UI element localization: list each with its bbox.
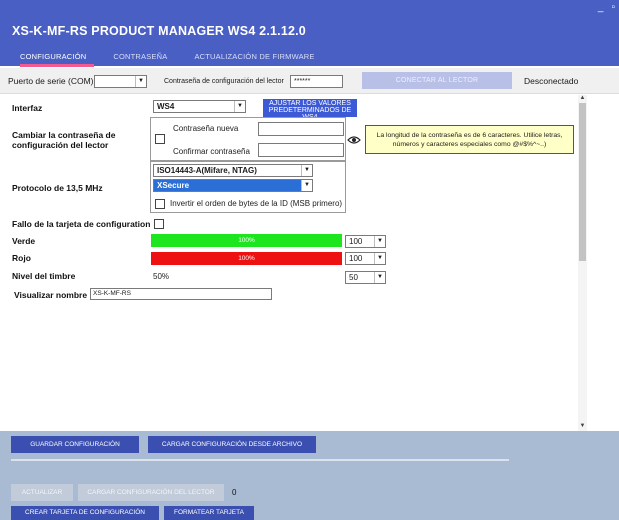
scrollbar-thumb[interactable] [579, 103, 586, 261]
green-track: 100% [151, 234, 342, 247]
chevron-down-icon: ▼ [234, 101, 245, 112]
footer-panel: GUARDAR CONFIGURACIÓN CARGAR CONFIGURACI… [0, 431, 619, 520]
create-config-card-button[interactable]: CREAR TARJETA DE CONFIGURACIÓN [11, 506, 159, 520]
chevron-down-icon: ▼ [374, 236, 385, 247]
buzzer-label: Nivel del timbre [12, 271, 76, 281]
chevron-down-icon: ▼ [374, 272, 385, 283]
maximize-icon[interactable]: ▫ [611, 2, 615, 13]
interface-select[interactable]: WS4 ▼ [153, 100, 246, 113]
red-track: 100% [151, 252, 342, 265]
active-tab-indicator [20, 64, 94, 67]
buzzer-value-select[interactable]: 50 ▼ [345, 271, 386, 284]
green-level-bar[interactable]: 100% [151, 234, 342, 247]
config-card-fail-checkbox[interactable] [154, 219, 164, 229]
new-password-label: Contraseña nueva [173, 124, 239, 133]
config-card-fail-label: Fallo de la tarjeta de configuration [12, 219, 151, 229]
tab-firmware-update[interactable]: ACTUALIZACIÓN DE FIRMWARE [194, 48, 314, 66]
set-defaults-button[interactable]: AJUSTAR LOS VALORES PREDETERMINADOS DE W… [263, 99, 357, 121]
chevron-down-icon: ▼ [374, 253, 385, 264]
invert-byte-order-label: Invertir el orden de bytes de la ID (MSB… [170, 199, 343, 208]
invert-byte-order-checkbox[interactable] [155, 199, 165, 209]
display-name-label: Visualizar nombre [14, 290, 88, 300]
connect-reader-button[interactable]: CONECTAR AL LECTOR [362, 72, 512, 89]
protocol-select[interactable]: ISO14443-A(Mifare, NTAG) ▼ [153, 164, 313, 177]
scroll-up-icon[interactable]: ▲ [578, 95, 587, 101]
red-level-bar[interactable]: 100% [151, 252, 342, 265]
connection-bar: Puerto de serie (COM) ▼ Contraseña de co… [0, 68, 619, 94]
update-button[interactable]: ACTUALIZAR [11, 484, 73, 501]
scroll-down-icon[interactable]: ▼ [578, 423, 587, 429]
reader-password-input[interactable]: ****** [290, 75, 343, 88]
serial-port-select[interactable]: ▼ [94, 75, 147, 88]
new-password-input[interactable] [258, 122, 344, 136]
window-controls: _ ▫ [598, 2, 615, 13]
change-password-label: Cambiar la contraseña de configuración d… [12, 130, 116, 150]
reader-password-label: Contraseña de configuración del lector [164, 78, 284, 85]
format-card-button[interactable]: FORMATEAR TARJETA [164, 506, 254, 520]
save-config-button[interactable]: GUARDAR CONFIGURACIÓN [11, 436, 139, 453]
protocol-label: Protocolo de 13,5 MHz [12, 183, 103, 193]
mode-select[interactable]: XSecure ▼ [153, 179, 313, 192]
chevron-down-icon: ▼ [301, 165, 312, 176]
tab-password[interactable]: CONTRASEÑA [113, 48, 167, 66]
progress-counter: 0 [232, 488, 237, 497]
minimize-icon[interactable]: _ [598, 2, 604, 13]
connection-status: Desconectado [524, 76, 579, 86]
green-value-select[interactable]: 100 ▼ [345, 235, 386, 248]
load-config-file-button[interactable]: CARGAR CONFIGURACIÓN DESDE ARCHIVO [148, 436, 316, 453]
interface-label: Interfaz [12, 103, 43, 113]
display-name-input[interactable]: XS-K-MF-RS [90, 288, 272, 300]
vertical-scrollbar[interactable]: ▲ ▼ [578, 95, 587, 431]
chevron-down-icon: ▼ [301, 180, 312, 191]
chevron-down-icon: ▼ [135, 76, 146, 87]
progress-bar [11, 459, 509, 461]
window-title: XS-K-MF-RS PRODUCT MANAGER WS4 2.1.12.0 [12, 24, 306, 38]
confirm-password-label: Confirmar contraseña [173, 147, 250, 156]
load-reader-config-button[interactable]: CARGAR CONFIGURACIÓN DEL LECTOR [78, 484, 224, 501]
buzzer-level-text: 50% [153, 272, 170, 281]
confirm-password-input[interactable] [258, 143, 344, 157]
red-label: Rojo [12, 253, 31, 263]
configuration-panel: Interfaz WS4 ▼ AJUSTAR LOS VALORES PREDE… [0, 95, 578, 431]
change-password-checkbox[interactable] [155, 134, 165, 144]
serial-port-label: Puerto de serie (COM) [8, 76, 94, 86]
title-bar: XS-K-MF-RS PRODUCT MANAGER WS4 2.1.12.0 … [0, 0, 619, 67]
green-label: Verde [12, 236, 36, 246]
red-value-select[interactable]: 100 ▼ [345, 252, 386, 265]
eye-icon[interactable] [347, 135, 361, 145]
password-info-box: La longitud de la contraseña es de 6 car… [365, 125, 574, 154]
